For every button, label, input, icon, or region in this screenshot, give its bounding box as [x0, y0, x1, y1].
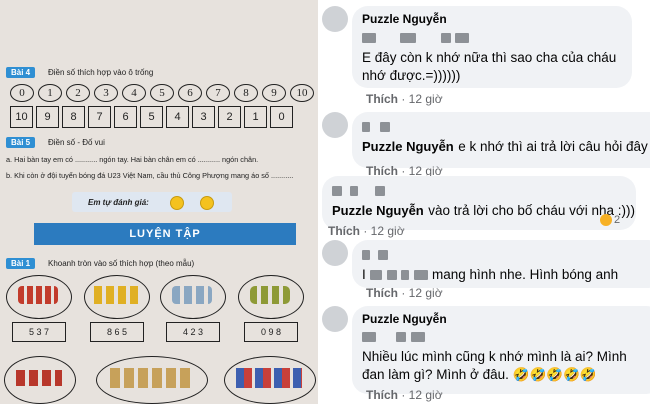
number-oval: 4 — [122, 84, 146, 102]
number-box: 4 — [166, 106, 189, 128]
bricks-image — [236, 368, 302, 388]
like-link[interactable]: Thích — [366, 92, 398, 106]
number-oval: 9 — [262, 84, 286, 102]
haha-reaction-icon — [600, 214, 612, 227]
comment-bubble: Puzzle Nguyễn e k nhớ thì ai trả lời câu… — [352, 112, 650, 168]
bai1-tag: Bài 1 — [6, 258, 36, 269]
bai4-box-row: 10 9 8 7 6 5 4 3 2 1 0 — [10, 106, 296, 128]
comment-time[interactable]: 12 giờ — [409, 388, 443, 402]
number-oval: 7 — [206, 84, 230, 102]
number-box: 2 — [218, 106, 241, 128]
cars-image — [110, 368, 192, 388]
comment-meta: Thích · 12 giờ — [366, 92, 443, 106]
comment-time[interactable]: 12 giờ — [409, 286, 443, 300]
number-oval: 10 — [290, 84, 314, 102]
self-assessment-label: Em tự đánh giá: — [88, 198, 149, 207]
tagged-name[interactable]: Puzzle Nguyễn — [332, 203, 424, 218]
bai4-oval-row: 0 1 2 3 4 5 6 7 8 9 10 — [10, 84, 314, 102]
number-box: 9 — [36, 106, 59, 128]
worksheet-photo: Bài 4 Điền số thích hợp vào ô trống 0 1 … — [0, 0, 318, 404]
number-box: 10 — [10, 106, 33, 128]
bai5-tag: Bài 5 — [6, 137, 36, 148]
bai4-instruction: Điền số thích hợp vào ô trống — [48, 68, 154, 77]
comment-time[interactable]: 12 giờ — [371, 224, 405, 238]
answer-box: 0 9 8 — [244, 322, 298, 342]
commenter-name[interactable]: Puzzle Nguyễn — [362, 312, 650, 326]
number-box: 6 — [114, 106, 137, 128]
gifts-image — [16, 370, 62, 386]
luyen-tap-banner: LUYỆN TẬP — [34, 223, 296, 245]
tagged-name[interactable]: Puzzle Nguyễn — [362, 139, 454, 154]
number-box: 8 — [62, 106, 85, 128]
comment-text: e k nhớ thì ai trả lời câu hỏi đây — [458, 139, 648, 154]
bai4-tag: Bài 4 — [6, 67, 36, 78]
comment-time[interactable]: 12 giờ — [409, 92, 443, 106]
comment-meta: Thích · 12 giờ — [366, 388, 443, 402]
number-oval: 1 — [38, 84, 62, 102]
reaction-count[interactable]: 2 — [600, 214, 621, 227]
tagged-name-blurred — [362, 29, 622, 47]
like-link[interactable]: Thích — [328, 224, 360, 238]
avatar[interactable] — [322, 6, 348, 32]
bai1-instruction: Khoanh tròn vào số thích hợp (theo mẫu) — [48, 259, 195, 268]
tagged-name-blurred — [332, 182, 626, 200]
bai5-instruction: Điền số - Đố vui — [48, 138, 105, 147]
bai5-line-b: b. Khi còn ở đội tuyển bóng đá U23 Việt … — [6, 171, 294, 180]
avatar[interactable] — [322, 112, 348, 138]
balloons-image — [18, 286, 58, 304]
comments-panel: Puzzle Nguyễn E đây còn k nhớ nữa thì sa… — [318, 0, 650, 404]
answer-box: 4 2 3 — [166, 322, 220, 342]
comment-bubble: Puzzle Nguyễn Nhiều lúc mình cũng k nhớ … — [352, 306, 650, 394]
comment-text: Nhiều lúc mình cũng k nhớ mình là ai? Mì… — [362, 349, 627, 382]
comment-bubble: I mang hình nhe. Hình bóng anh — [352, 240, 650, 288]
tagged-name-blurred — [362, 246, 650, 264]
tagged-name-blurred — [362, 328, 650, 346]
avatar[interactable] — [322, 240, 348, 266]
number-oval: 3 — [94, 84, 118, 102]
number-box: 0 — [270, 106, 293, 128]
happy-face-icon — [170, 196, 184, 210]
reaction-number: 2 — [614, 214, 621, 226]
like-link[interactable]: Thích — [366, 286, 398, 300]
answer-box: 8 6 5 — [90, 322, 144, 342]
comment-meta: Thích · 12 giờ — [328, 224, 405, 238]
comment-bubble: Puzzle Nguyễn E đây còn k nhớ nữa thì sa… — [352, 6, 632, 88]
number-oval: 2 — [66, 84, 90, 102]
commenter-name[interactable]: Puzzle Nguyễn — [362, 12, 622, 26]
stars-image — [94, 286, 138, 304]
number-box: 5 — [140, 106, 163, 128]
number-oval: 5 — [150, 84, 174, 102]
number-oval: 0 — [10, 84, 34, 102]
like-link[interactable]: Thích — [366, 388, 398, 402]
comment-bubble: Puzzle Nguyễn vào trả lời cho bố cháu vớ… — [322, 176, 636, 230]
bai5-line-a: a. Hai bàn tay em có ........... ngón ta… — [6, 155, 259, 164]
number-box: 7 — [88, 106, 111, 128]
number-box: 3 — [192, 106, 215, 128]
number-box: 1 — [244, 106, 267, 128]
tagged-name-blurred — [362, 118, 650, 136]
pears-image — [250, 286, 290, 304]
avatar[interactable] — [322, 306, 348, 332]
clocks-image — [172, 286, 212, 304]
number-oval: 6 — [178, 84, 202, 102]
sad-face-icon — [200, 196, 214, 210]
number-oval: 8 — [234, 84, 258, 102]
comment-text: E đây còn k nhớ nữa thì sao cha của cháu… — [362, 50, 617, 83]
comment-meta: Thích · 12 giờ — [366, 286, 443, 300]
answer-box: 5 3 7 — [12, 322, 66, 342]
comment-text: mang hình nhe. Hình bóng anh — [432, 267, 619, 282]
